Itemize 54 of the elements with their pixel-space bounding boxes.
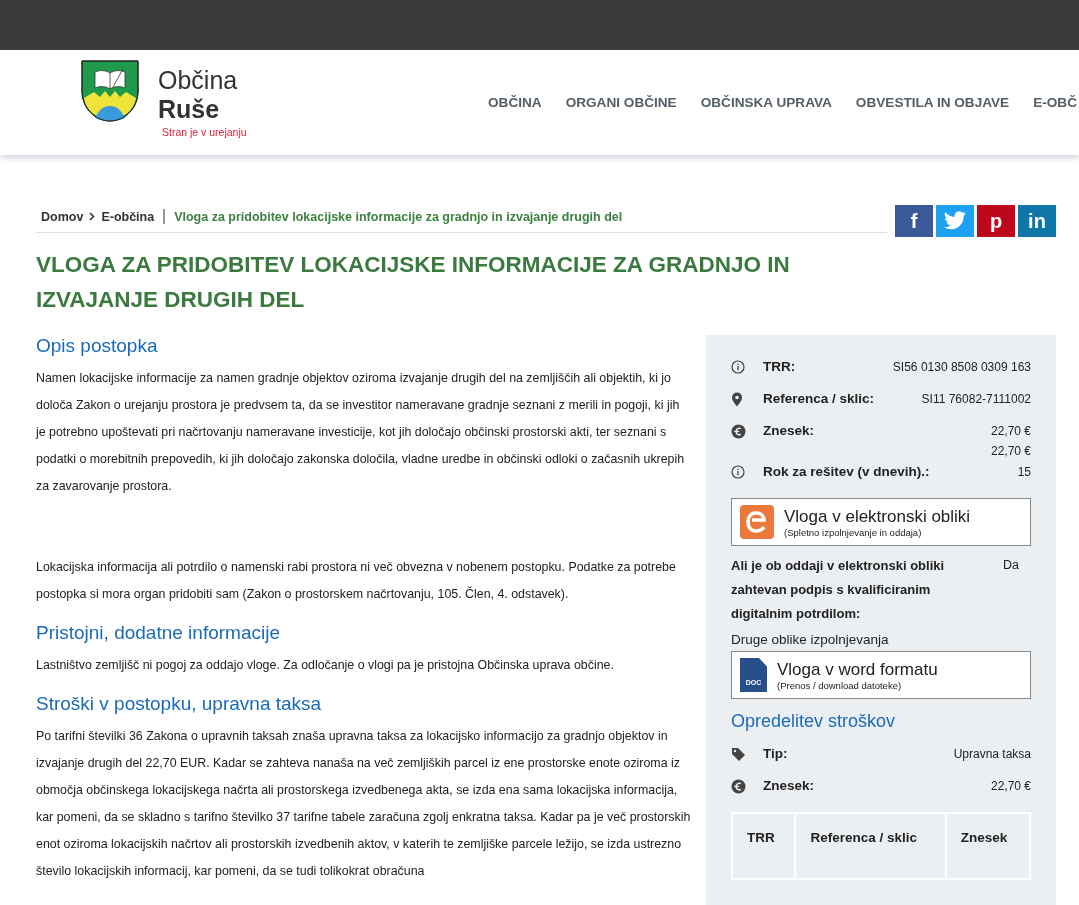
info-icon bbox=[731, 465, 745, 479]
body-paragraph: Po tarifni številki 36 Zakona o upravnih taksah znaša upravna taksa za lokacijsko informacijo za gradnjo objektov in izvajanje drugih del 22,70 EUR. Kadar se zahteva nanaša na več zemljiških parcel iz ene prostorske enote oziroma iz območja občinskega lokacijskega načrta ali prostorskega izvedbenega akta, se izda ena sama lokacijska informacija, kar pomeni, da se skladno s tarifno številko 37 tarifne tabele zaračuna zgolj enkratna taksa. Kadar pa je več prostorskih enot oziroma lokacijskih načrtov ali prostorskih izvedbenih aktov, v katerih te zemljiške parcele ležijo, se izda ustrezno število lokacijskih informacij, kar pomeni, da se tudi tolikokrat obračuna bbox=[36, 728, 691, 880]
detail-value: 22,70 € bbox=[990, 779, 1031, 793]
section-heading: Pristojni, dodatne informacije bbox=[36, 622, 281, 644]
detail-label: Tip: bbox=[763, 746, 789, 761]
tag-icon bbox=[731, 747, 746, 762]
body-paragraph: Lastništvo zemljišč ni pogoj za oddajo vloge. Za odločanje o vlogi pa je pristojna Občinska uprava občine. bbox=[36, 657, 615, 674]
costs-heading: Opredelitev stroškov bbox=[731, 711, 897, 732]
page-title: VLOGA ZA PRIDOBITEV LOKACIJSKE INFORMACIJE ZA GRADNJO IN IZVAJANJE DRUGIH DEL bbox=[36, 251, 791, 314]
site-notice: Stran je v urejanju bbox=[162, 125, 247, 138]
table-header-cell: TRR bbox=[733, 814, 795, 878]
facebook-share-button[interactable]: f bbox=[895, 205, 933, 237]
body-paragraph: Namen lokacijske informacije za namen gradnje objektov oziroma izvajanje drugih del na zemljiščih ali objektih, ki jo določa Zakon o urejanju prostora je predvsem ta, da se investitor nameravane gradnje seznani z merili in pogoji, ki jih je potrebno upoštevati pri načrtovanju nameravane investicije, kot jih določajo občinski prostorski akti, ter seznani s podatki o morebitnih prepovedih, ki jih določajo zakonska določila, vladne uredbe in občinski odloki o začasnih ukrepih za zavarovanje prostora. bbox=[36, 370, 686, 495]
info-icon bbox=[731, 360, 745, 374]
municipality-name: Ruše bbox=[158, 94, 221, 124]
signature-question: Ali je ob oddaji v elektronski obliki zahtevan podpis s kvalificiranim digitalnim potrdilom: bbox=[731, 557, 946, 623]
chevron-icon bbox=[89, 212, 96, 221]
detail-value: 22,70 € bbox=[990, 424, 1031, 438]
detail-value: SI56 0130 8508 0309 163 bbox=[892, 360, 1031, 374]
bird-icon bbox=[943, 211, 967, 231]
detail-label: TRR: bbox=[763, 359, 797, 374]
detail-label: Znesek: bbox=[763, 778, 816, 793]
section-heading: Opis postopka bbox=[36, 335, 159, 357]
breadcrumb-link[interactable]: E-občina bbox=[101, 209, 155, 224]
detail-label: Referenca / sklic: bbox=[763, 391, 876, 406]
detail-value: 15 bbox=[1017, 465, 1031, 479]
nav-link[interactable]: ORGANI OBČINE bbox=[565, 95, 677, 110]
e-letter-icon bbox=[740, 505, 774, 539]
other-forms-label: Druge oblike izpolnjevanja bbox=[731, 632, 890, 647]
linkedin-share-button[interactable]: in bbox=[1018, 205, 1056, 237]
detail-value: Upravna taksa bbox=[953, 747, 1031, 761]
coat-of-arms-logo bbox=[81, 59, 139, 122]
municipality-name: Občina bbox=[158, 65, 239, 95]
pinterest-share-button[interactable]: p bbox=[977, 205, 1015, 237]
detail-value: SI11 76082-7111002 bbox=[921, 392, 1031, 406]
detail-value: 22,70 € bbox=[990, 444, 1031, 458]
online-form-button[interactable]: Vloga v elektronski obliki (Spletno izpolnjevanje in oddaja) bbox=[731, 498, 1031, 546]
detail-label: Znesek: bbox=[763, 423, 816, 438]
twitter-share-button[interactable] bbox=[936, 205, 974, 237]
nav-link[interactable]: OBČINSKA UPRAVA bbox=[700, 95, 832, 110]
euro-icon bbox=[731, 779, 746, 794]
nav-link[interactable]: OBČINA bbox=[488, 95, 542, 110]
map-pin-icon bbox=[731, 392, 743, 407]
section-heading: Stroški v postopku, upravna taksa bbox=[36, 693, 323, 715]
table-header-cell: Referenca / sklic bbox=[796, 814, 945, 878]
nav-link[interactable]: E-OBČ bbox=[1033, 95, 1077, 110]
breadcrumb-current[interactable]: Vloga za pridobitev lokacijske informacije za gradnjo in izvajanje drugih del bbox=[174, 209, 623, 224]
detail-label: Rok za rešitev (v dnevih).: bbox=[763, 464, 931, 479]
signature-answer: Da bbox=[1003, 558, 1019, 572]
breadcrumb-link[interactable]: Domov bbox=[41, 209, 84, 224]
nav-link[interactable]: OBVESTILA IN OBJAVE bbox=[855, 95, 1010, 110]
body-paragraph: Lokacijska informacija ali potrdilo o namenski rabi prostora ni več obvezna v nobenem postopku. Podatke za potrebe postopka si mora organ pridobiti sam (Zakon o prostorskem načrtovanju, 105. Člen, 4. odstavek). bbox=[36, 559, 677, 603]
table-header-cell: Znesek bbox=[946, 814, 1029, 878]
euro-icon bbox=[731, 424, 746, 439]
